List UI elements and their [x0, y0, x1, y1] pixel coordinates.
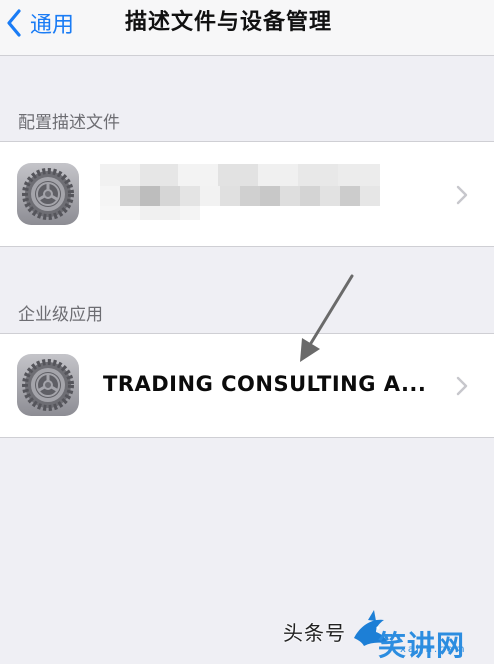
enterprise-apps-list: TRADING CONSULTING A...: [0, 333, 494, 438]
section-header-enterprise: 企业级应用: [18, 305, 103, 325]
enterprise-app-item[interactable]: TRADING CONSULTING A...: [0, 334, 494, 437]
enterprise-app-name: TRADING CONSULTING A...: [103, 372, 427, 396]
watermark-url: xajjn.com: [400, 644, 467, 655]
back-button-label: 通用: [30, 13, 75, 38]
watermark-logo: 笑讲网 xajjn.com: [350, 608, 490, 662]
chevron-right-icon: [456, 376, 468, 396]
section-header-profiles: 配置描述文件: [18, 113, 120, 133]
redacted-profile-name: [100, 154, 380, 222]
profile-item[interactable]: [0, 142, 494, 246]
annotation-arrow-icon: [290, 272, 360, 366]
settings-gear-icon: [17, 163, 79, 225]
profiles-list: [0, 141, 494, 247]
watermark-text: 头条号: [283, 620, 346, 645]
chevron-right-icon: [456, 185, 468, 205]
chevron-left-icon: [6, 9, 22, 37]
page-title: 描述文件与设备管理: [125, 10, 333, 35]
settings-gear-icon: [17, 354, 79, 416]
navigation-bar: 通用 描述文件与设备管理: [0, 0, 494, 56]
back-button[interactable]: 通用: [6, 6, 74, 40]
watermark: 头条号 笑讲网 xajjn.com: [283, 608, 490, 662]
